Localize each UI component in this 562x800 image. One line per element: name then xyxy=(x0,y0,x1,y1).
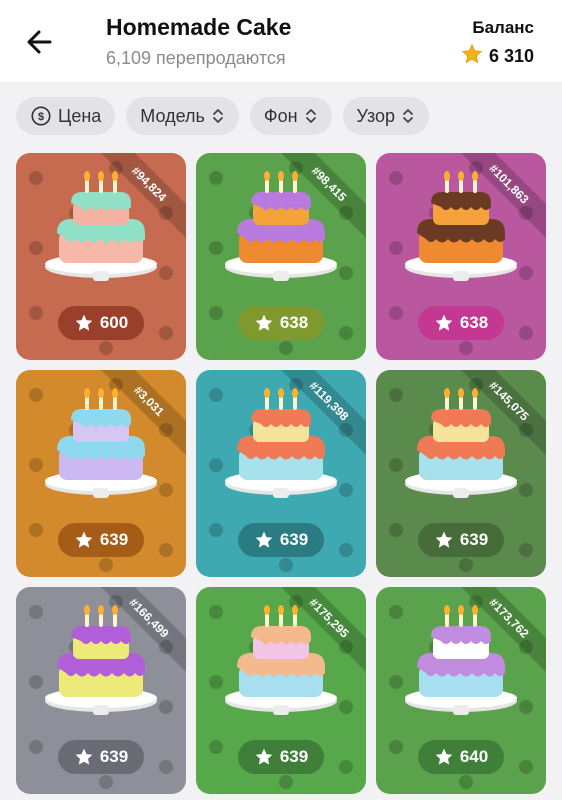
resale-count: 6,109 перепродаются xyxy=(106,48,286,68)
gift-card[interactable]: #101,863 638 xyxy=(376,153,546,360)
svg-text:$: $ xyxy=(38,111,44,123)
filter-model-label: Модель xyxy=(140,105,205,126)
gift-card[interactable]: #119,398 639 xyxy=(196,370,366,577)
gift-card[interactable]: #145,075 639 xyxy=(376,370,546,577)
price-value: 600 xyxy=(99,313,129,332)
filter-model[interactable]: Модель xyxy=(126,97,239,135)
top-bar: Homemade Cake 6,109 перепродаются Баланс… xyxy=(0,0,562,82)
star-icon xyxy=(74,747,94,767)
star-icon xyxy=(434,313,454,333)
gift-card[interactable]: #98,415 638 xyxy=(196,153,366,360)
price-value: 639 xyxy=(99,530,129,549)
star-icon xyxy=(461,43,483,70)
price-button[interactable]: 600 xyxy=(58,306,144,340)
price-button[interactable]: 640 xyxy=(418,740,504,774)
star-icon xyxy=(434,530,454,550)
gift-card[interactable]: #175,295 639 xyxy=(196,587,366,794)
price-value: 638 xyxy=(459,313,489,332)
price-button[interactable]: 638 xyxy=(418,306,504,340)
price-value: 639 xyxy=(99,747,129,766)
star-icon xyxy=(74,530,94,550)
filter-pattern-label: Узор xyxy=(356,105,396,126)
price-button[interactable]: 638 xyxy=(238,306,324,340)
price-icon: $ xyxy=(30,105,52,127)
filter-price[interactable]: $ Цена xyxy=(16,97,116,135)
filter-background[interactable]: Фон xyxy=(249,97,332,135)
sort-icon xyxy=(211,107,225,125)
sort-icon xyxy=(304,107,318,125)
star-icon xyxy=(74,313,94,333)
price-button[interactable]: 639 xyxy=(238,740,324,774)
filter-price-label: Цена xyxy=(58,105,102,126)
gift-card[interactable]: #3,031 639 xyxy=(16,370,186,577)
star-icon xyxy=(254,747,274,767)
filter-bar: $ Цена Модель Фон Узор xyxy=(16,97,430,135)
price-button[interactable]: 639 xyxy=(58,523,144,557)
price-value: 639 xyxy=(279,530,309,549)
gift-card[interactable]: #94,824 600 xyxy=(16,153,186,360)
gift-grid: #94,824 600 #98,415 638 #101,863 638 #3,… xyxy=(16,153,546,794)
price-button[interactable]: 639 xyxy=(238,523,324,557)
filter-background-label: Фон xyxy=(263,105,298,126)
price-value: 638 xyxy=(279,313,309,332)
balance-value: 6 310 xyxy=(488,46,534,66)
star-icon xyxy=(434,747,454,767)
star-icon xyxy=(254,530,274,550)
price-button[interactable]: 639 xyxy=(58,740,144,774)
balance-value-row: 6 310 xyxy=(461,43,534,70)
back-arrow-icon[interactable] xyxy=(22,24,58,60)
price-value: 639 xyxy=(279,747,309,766)
star-icon xyxy=(254,313,274,333)
balance-label: Баланс xyxy=(472,18,534,37)
gift-card[interactable]: #173,762 640 xyxy=(376,587,546,794)
gift-card[interactable]: #166,499 639 xyxy=(16,587,186,794)
price-value: 640 xyxy=(459,747,489,766)
page-title: Homemade Cake xyxy=(106,14,292,40)
price-button[interactable]: 639 xyxy=(418,523,504,557)
filter-pattern[interactable]: Узор xyxy=(342,97,430,135)
price-value: 639 xyxy=(459,530,489,549)
sort-icon xyxy=(401,107,415,125)
